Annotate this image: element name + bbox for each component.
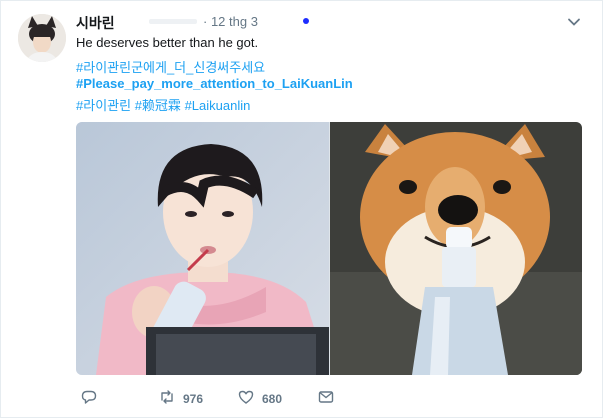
unread-dot	[303, 18, 309, 24]
like-button[interactable]: 680	[238, 389, 282, 409]
media-photo-right[interactable]	[330, 122, 582, 375]
hashtag-link[interactable]: #赖冠霖	[135, 98, 181, 113]
chevron-down-icon[interactable]	[567, 15, 581, 29]
blurred-handle	[149, 19, 197, 24]
hashtag-link[interactable]: #라이관린	[76, 98, 131, 113]
tweet-card[interactable]: 시바린 · 12 thg 3 He deserves better than h…	[0, 0, 603, 418]
retweet-button[interactable]: 976	[159, 389, 203, 409]
hashtag-link[interactable]: #라이관린군에게_더_신경써주세요	[76, 57, 265, 76]
retweet-icon	[159, 389, 175, 410]
media-photo-left[interactable]	[76, 122, 329, 375]
hashtag-link[interactable]: #Please_pay_more_attention_to_LaiKuanLin	[76, 76, 353, 91]
avatar[interactable]	[18, 14, 66, 62]
like-count: 680	[262, 392, 283, 406]
dm-icon	[318, 389, 334, 410]
retweet-count: 976	[183, 392, 204, 406]
tweet-date[interactable]: · 12 thg 3	[203, 14, 258, 29]
author-name[interactable]: 시바린	[76, 13, 115, 33]
direct-message-button[interactable]	[318, 389, 334, 409]
hashtag-link[interactable]: #Laikuanlin	[185, 98, 251, 113]
reply-button[interactable]	[81, 389, 97, 409]
reply-icon	[81, 389, 97, 410]
like-icon	[238, 389, 254, 410]
tweet-text: He deserves better than he got.	[76, 35, 259, 50]
tweet-media[interactable]	[76, 122, 582, 375]
